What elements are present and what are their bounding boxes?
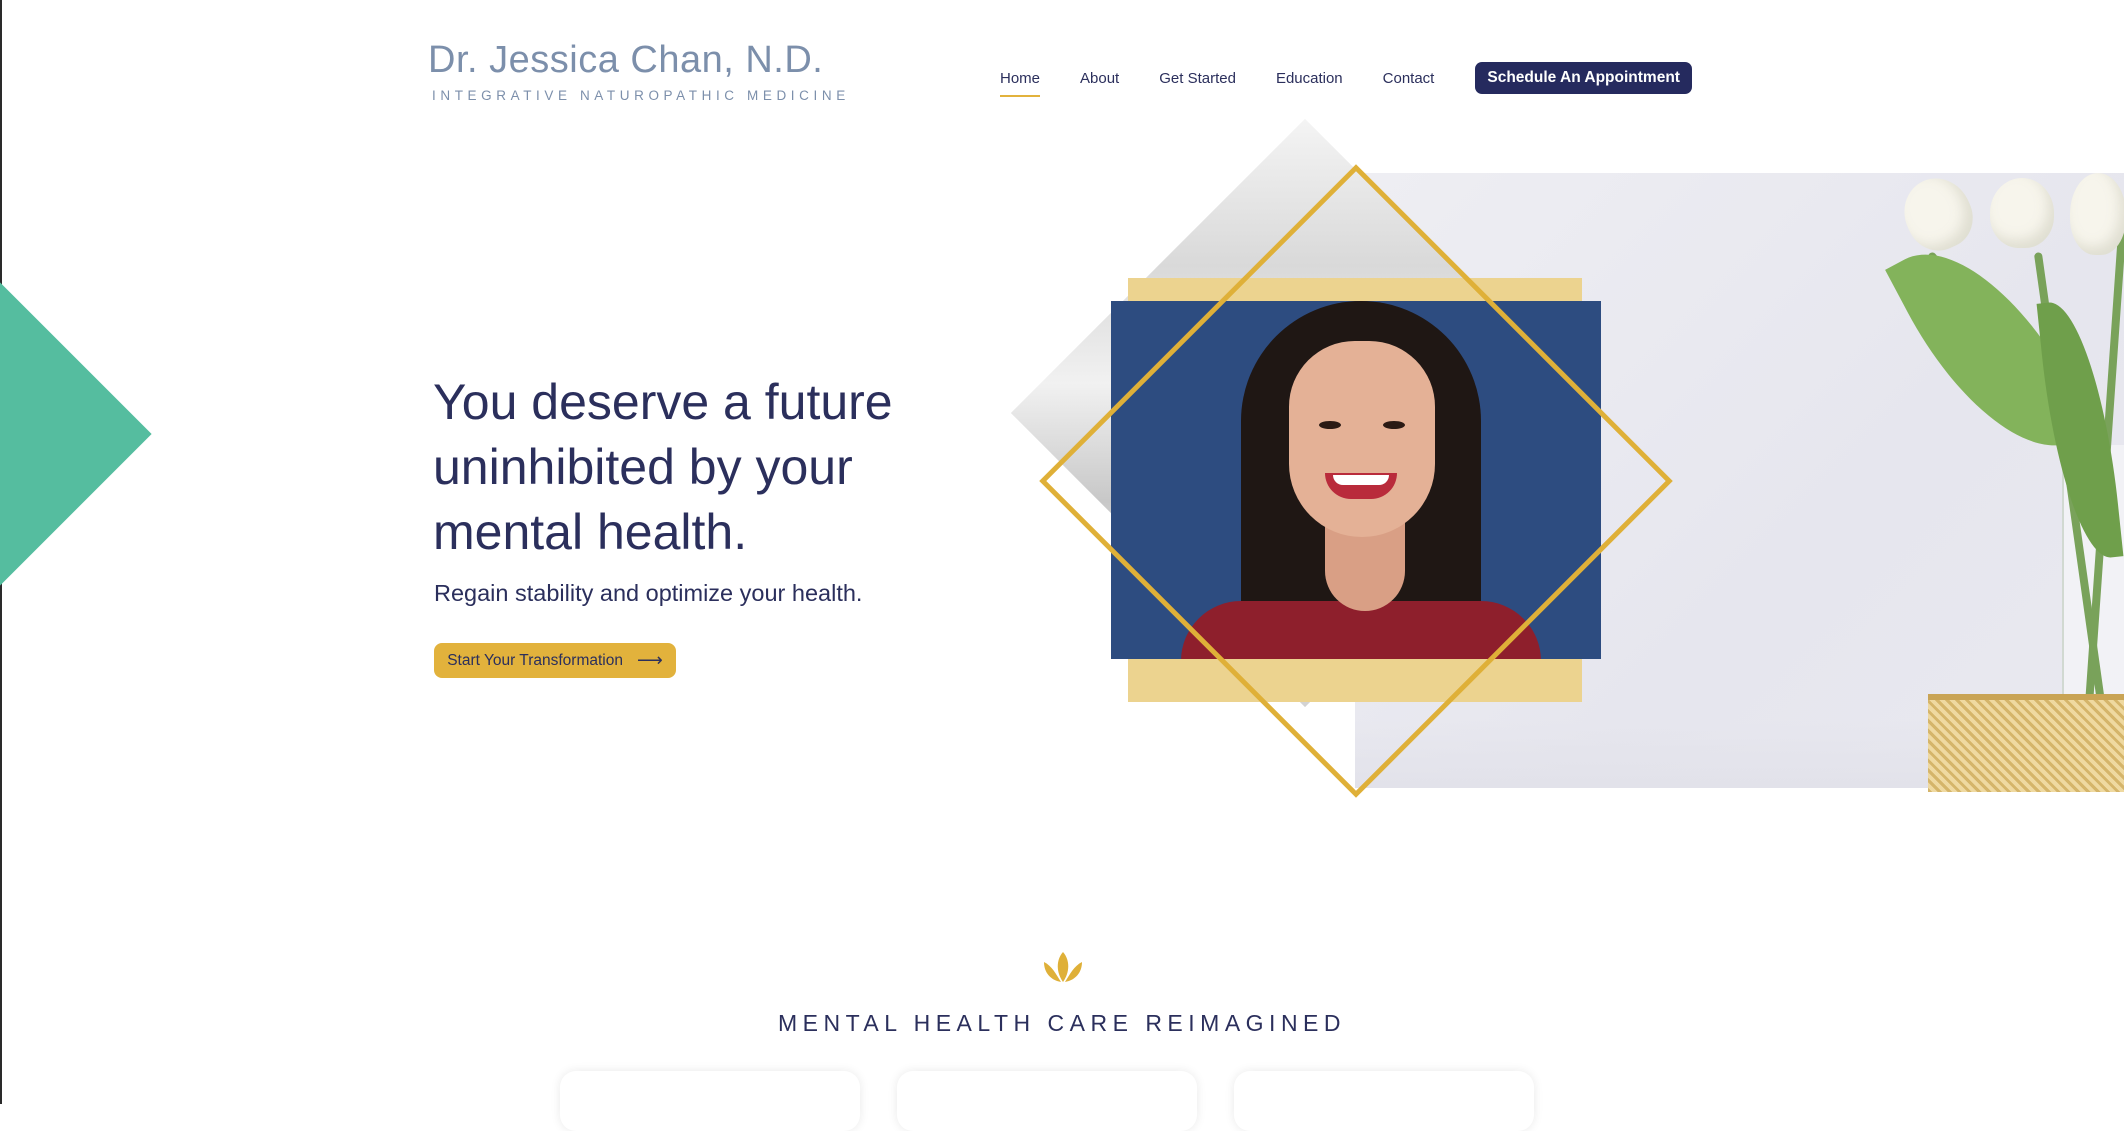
nav-education[interactable]: Education — [1276, 70, 1343, 87]
start-transformation-button[interactable]: Start Your Transformation ⟶ — [434, 643, 676, 678]
nav-about[interactable]: About — [1080, 70, 1119, 87]
site-logo[interactable]: Dr. Jessica Chan, N.D. INTEGRATIVE NATUR… — [428, 38, 850, 103]
tulip-bud — [1990, 178, 2054, 248]
lotus-icon — [1044, 952, 1082, 982]
service-card[interactable] — [1234, 1071, 1534, 1131]
hero-subhead: Regain stability and optimize your healt… — [434, 580, 863, 606]
logo-name: Dr. Jessica Chan, N.D. — [428, 39, 824, 81]
main-nav: Home About Get Started Education Contact… — [1000, 62, 1692, 97]
nav-contact[interactable]: Contact — [1383, 70, 1435, 87]
green-diamond-shape — [0, 271, 152, 597]
logo-tagline: INTEGRATIVE NATUROPATHIC MEDICINE — [432, 88, 850, 103]
schedule-appointment-button[interactable]: Schedule An Appointment — [1475, 62, 1692, 94]
hero-headline: You deserve a future uninhibited by your… — [433, 374, 893, 560]
tulip-bud — [2070, 173, 2124, 255]
service-card[interactable] — [897, 1071, 1197, 1131]
gold-tray — [1928, 694, 2124, 792]
start-transformation-label: Start Your Transformation — [447, 651, 623, 669]
service-card[interactable] — [560, 1071, 860, 1131]
arrow-right-icon: ⟶ — [636, 650, 663, 670]
nav-home[interactable]: Home — [1000, 70, 1041, 97]
nav-get-started[interactable]: Get Started — [1159, 70, 1236, 87]
section-title: MENTAL HEALTH CARE REIMAGINED — [777, 1010, 1347, 1036]
